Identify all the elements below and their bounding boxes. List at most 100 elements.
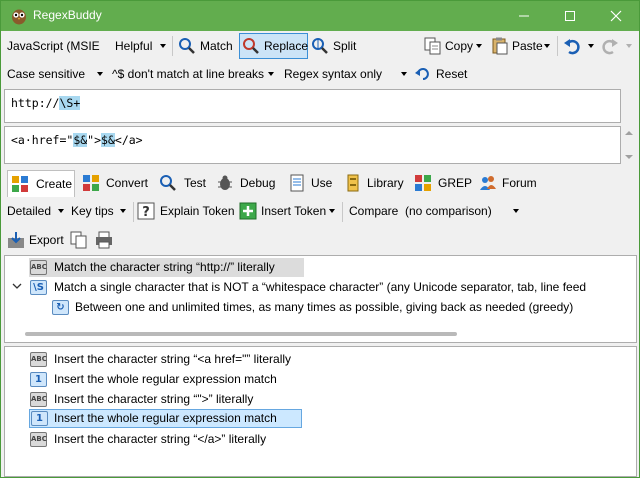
document-icon [290,174,304,192]
scroll-up-icon[interactable] [625,131,633,135]
regex-editor[interactable]: http://\S+ [4,89,621,123]
chevron-down-icon [626,44,632,48]
line-breaks-dropdown[interactable]: ^$ don't match at line breaks [110,61,276,87]
chevron-down-icon [268,72,274,76]
copy-icon[interactable] [70,231,88,249]
tab-test[interactable]: Test [156,170,211,197]
chevron-down-icon [544,44,550,48]
tree-item[interactable]: 1 Insert the whole regular expression ma… [29,370,429,389]
insert-token-button[interactable]: Insert Token [238,198,338,224]
backreference-icon: 1 [31,411,48,426]
reset-button[interactable]: Reset [414,61,470,87]
forum-users-icon [480,176,496,190]
export-button[interactable]: Export [6,227,66,253]
scroll-down-icon[interactable] [625,155,633,159]
keytips-dropdown[interactable]: Key tips [69,198,131,224]
literal-icon: ABC [30,392,47,407]
chevron-down-icon [513,209,519,213]
regex-shorthand-token: \S+ [59,96,81,110]
compare-label: Compare [349,204,399,218]
tab-debug[interactable]: Debug [214,170,278,197]
regex-tree-panel: ABC Match the character string “http://”… [4,255,637,343]
horizontal-scrollbar[interactable] [25,332,457,336]
magnifier-replace-icon [243,38,259,54]
print-icon[interactable] [95,231,113,249]
tab-create[interactable]: Create [7,170,75,197]
library-icon [347,174,359,192]
literal-icon: ABC [30,352,47,367]
comparison-dropdown[interactable]: (no comparison) [403,198,523,224]
undo-button[interactable] [560,33,596,59]
chevron-down-icon [120,209,126,213]
explain-token-button[interactable]: ? Explain Token [136,198,236,224]
tree-item[interactable]: ABC Insert the character string “">” lit… [29,390,429,409]
match-button[interactable]: Match [176,33,238,59]
tab-bar: Create Convert Test Debug Use Library GR… [1,170,639,197]
match-token: $& [73,133,88,147]
replace-button[interactable]: Replace [239,33,308,59]
svg-text:?: ? [142,205,150,220]
separator [557,36,558,56]
tab-use[interactable]: Use [286,170,336,197]
backreference-icon: 1 [30,372,47,387]
split-button[interactable]: Split [310,33,362,59]
magnifier-split-icon [312,38,328,54]
regex-scrollbar[interactable] [621,89,636,123]
replacement-scrollbar[interactable] [621,126,636,164]
detail-dropdown[interactable]: Detailed [5,198,67,224]
chevron-down-icon [58,209,64,213]
options-toolbar: Case sensitive ^$ don't match at line br… [1,61,639,87]
tab-convert[interactable]: Convert [79,170,151,197]
copy-icon [424,37,441,55]
maximize-icon [565,11,575,21]
create-icon [12,176,28,192]
tab-forum[interactable]: Forum [477,170,539,197]
helpful-dropdown[interactable]: Helpful [113,33,169,59]
replace-tree-panel: ABC Insert the character string “<a href… [4,346,637,477]
replacement-editor[interactable]: <a·href="$&">$&</a> [4,126,621,164]
match-token: $& [101,133,115,147]
tree-item[interactable]: ABC Match the character string “http://”… [29,258,304,277]
minimize-button[interactable] [501,1,547,31]
chevron-down-icon [476,44,482,48]
copy-button[interactable]: Copy [422,33,484,59]
maximize-button[interactable] [547,1,593,31]
grep-icon [415,175,431,191]
chevron-down-icon [97,72,103,76]
minimize-icon [519,15,529,17]
flavor-dropdown[interactable]: JavaScript (MSIE s [5,33,111,59]
redo-button[interactable] [598,33,636,59]
magnifier-icon [160,175,176,191]
chevron-down-icon[interactable] [12,283,22,291]
tree-item[interactable]: ABC Insert the character string “</a>” l… [29,430,429,449]
tab-grep[interactable]: GREP [413,170,473,197]
app-window: RegexBuddy JavaScript (MSIE s Helpful Ma… [0,0,640,478]
clipboard-icon [492,37,508,55]
quantifier-icon: ↻ [52,300,69,315]
title-bar: RegexBuddy [1,1,639,31]
chevron-down-icon [588,44,594,48]
regex-literal-token: http:// [11,96,60,110]
create-toolbar: Detailed Key tips ? Explain Token Insert… [1,198,639,225]
tab-library[interactable]: Library [343,170,407,197]
main-toolbar: JavaScript (MSIE s Helpful Match Replace… [1,32,639,60]
syntax-dropdown[interactable]: Regex syntax only [282,61,410,87]
window-title: RegexBuddy [33,8,102,22]
tree-item[interactable]: \S Match a single character that is NOT … [29,278,637,297]
owl-app-icon [12,9,26,25]
reset-icon [415,68,429,80]
help-icon: ? [137,202,155,220]
separator [133,202,134,222]
literal-icon: ABC [30,432,47,447]
separator [172,36,173,56]
debug-icon [218,175,232,190]
shorthand-class-icon: \S [30,280,47,295]
chevron-down-icon [160,44,166,48]
case-dropdown[interactable]: Case sensitive [5,61,107,87]
tree-item[interactable]: ↻ Between one and unlimited times, as ma… [51,298,637,317]
tree-item-selected[interactable]: 1 Insert the whole regular expression ma… [29,409,302,428]
close-button[interactable] [593,1,639,31]
tree-item[interactable]: ABC Insert the character string “<a href… [29,350,429,369]
chevron-down-icon [329,209,335,213]
paste-button[interactable]: Paste [489,33,553,59]
